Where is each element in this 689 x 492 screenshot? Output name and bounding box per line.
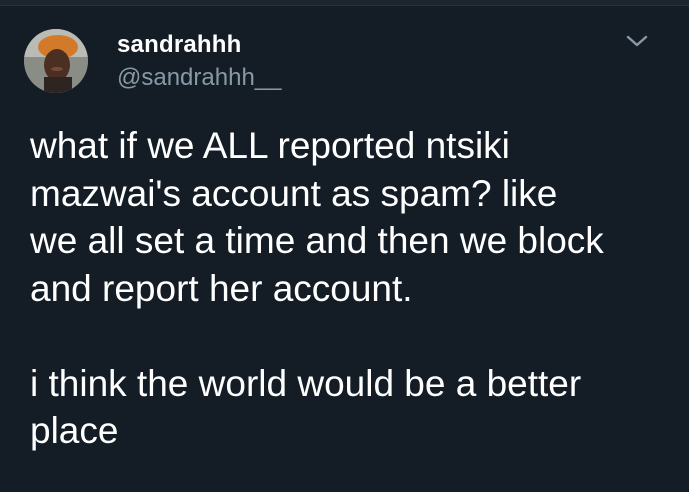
tweet-line: i think the world would be a better	[30, 362, 582, 404]
chevron-down-icon[interactable]	[624, 31, 650, 51]
tweet-line: place	[30, 410, 119, 451]
tweet-line: we all set a time and then we block	[30, 220, 604, 261]
avatar[interactable]	[24, 29, 88, 93]
tweet-text: what if we ALL reported ntsiki mazwai's …	[30, 122, 670, 455]
user-handle[interactable]: @sandrahhh__	[117, 64, 281, 92]
tweet-card[interactable]: sandrahhh @sandrahhh__ what if we ALL re…	[0, 6, 689, 492]
tweet-line: mazwai's account as spam? like	[30, 172, 558, 214]
tweet-line: what if we ALL reported ntsiki	[30, 125, 510, 166]
tweet-line: and report her account.	[30, 267, 413, 309]
display-name[interactable]: sandrahhh	[117, 31, 241, 59]
